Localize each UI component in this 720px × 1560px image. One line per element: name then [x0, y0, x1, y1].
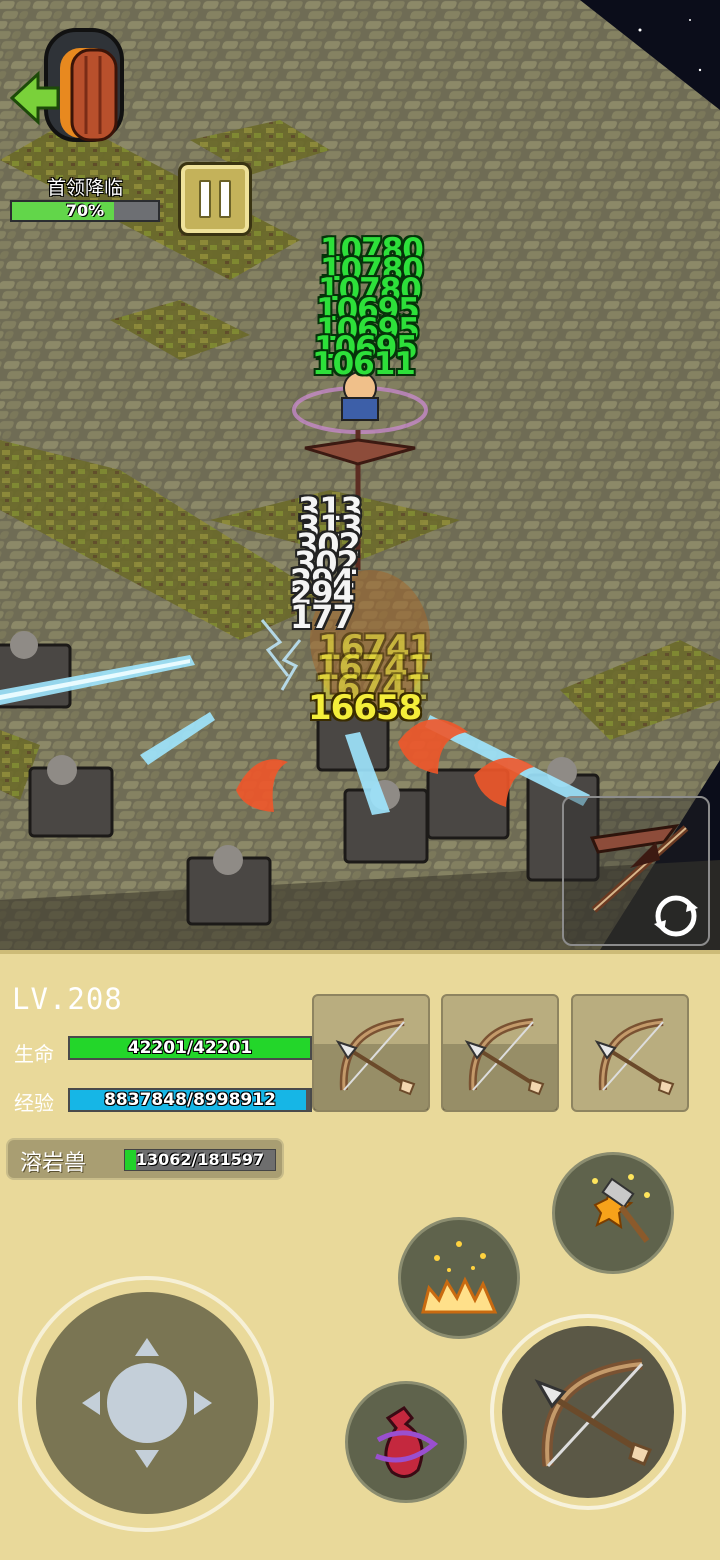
- hp-label: 生命: [14, 1042, 54, 1066]
- crossbow-swap-icon: [589, 824, 698, 937]
- exp-text: 8837848/8998912: [104, 1090, 276, 1110]
- attack-button[interactable]: [502, 1326, 674, 1498]
- bow-icon: [594, 1018, 675, 1096]
- enemy-hp-bar: 13062/181597: [124, 1149, 276, 1171]
- boss-progress-text: 70%: [65, 201, 105, 220]
- status-panel: LV.208 生命 42201/42201 经验 8837848/8998912…: [0, 950, 720, 1560]
- target-enemy-panel: 溶岩兽 13062/181597: [6, 1138, 284, 1180]
- skill-potion-button[interactable]: [345, 1381, 467, 1503]
- hp-bar: 42201/42201: [68, 1036, 312, 1060]
- switch-weapon-button[interactable]: [562, 796, 710, 946]
- arrow-left-icon: [82, 1391, 100, 1415]
- pause-button[interactable]: [178, 162, 252, 236]
- enemy-name: 溶岩兽: [20, 1151, 87, 1176]
- weapon-slot-3[interactable]: [571, 994, 689, 1112]
- arrow-right-icon: [194, 1391, 212, 1415]
- boss-event-label: 首领降临: [46, 177, 123, 199]
- hammer-strike-icon: [592, 1174, 650, 1243]
- exp-bar: 8837848/8998912: [68, 1088, 312, 1112]
- boss-progress-bar: 70%: [10, 200, 160, 222]
- damage-number: 16658: [308, 688, 422, 728]
- bow-icon: [335, 1018, 416, 1096]
- bow-icon: [534, 1358, 652, 1468]
- potion-icon: [375, 1406, 439, 1478]
- weapon-slot-2[interactable]: [441, 994, 559, 1112]
- pause-bar-icon: [219, 180, 231, 218]
- movement-joystick[interactable]: [36, 1292, 258, 1514]
- hp-text: 42201/42201: [127, 1038, 253, 1058]
- pause-bar-icon: [199, 180, 211, 218]
- skill-hammer-button[interactable]: [552, 1152, 674, 1274]
- bow-icon: [464, 1018, 545, 1096]
- damage-number: 10611: [312, 346, 416, 382]
- joystick-knob[interactable]: [107, 1363, 187, 1443]
- game-screen: 首领降临 70% 10780 10780 10780 10695 10695 1…: [0, 0, 720, 1560]
- arrow-down-icon: [135, 1450, 159, 1468]
- burst-flames-icon: [421, 1241, 498, 1314]
- battle-field: 首领降临 70% 10780 10780 10780 10695 10695 1…: [0, 0, 720, 950]
- enemy-hp-text: 13062/181597: [135, 1150, 265, 1169]
- skill-burst-button[interactable]: [398, 1217, 520, 1339]
- arrow-up-icon: [135, 1338, 159, 1356]
- exit-door-icon[interactable]: [8, 26, 130, 146]
- exp-label: 经验: [14, 1091, 54, 1115]
- player-level: LV.208: [12, 982, 123, 1016]
- weapon-slot-1[interactable]: [312, 994, 430, 1112]
